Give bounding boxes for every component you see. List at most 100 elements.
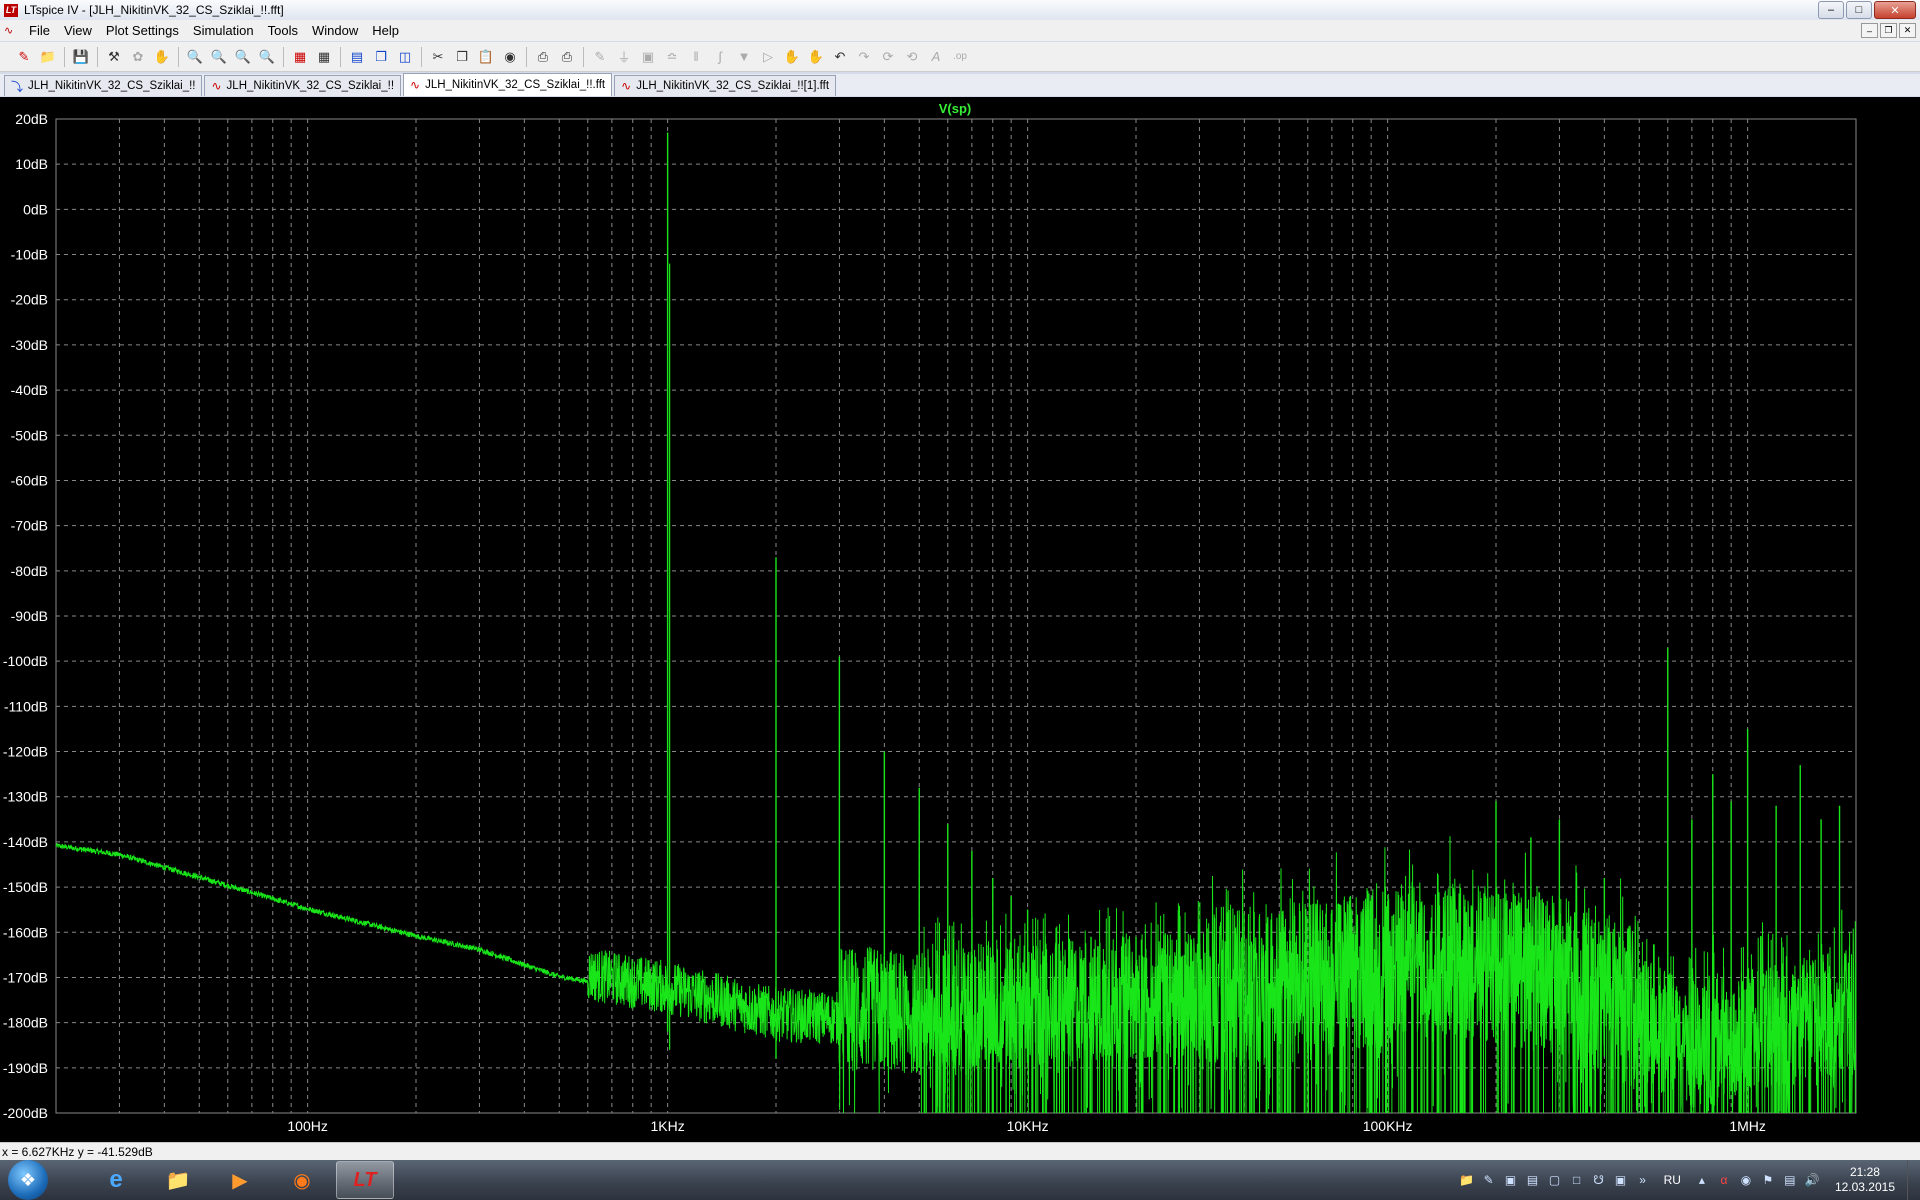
tab-fft-2[interactable]: ∿ JLH_NikitinVK_32_CS_Sziklai_!![1].fft — [614, 75, 837, 96]
minimize-button[interactable]: – — [1818, 1, 1844, 19]
undo-button[interactable]: ↶ — [830, 47, 850, 67]
find-button[interactable]: ◉ — [500, 47, 520, 67]
waveform-plot-pane[interactable]: V(sp) 20dB 10dB 0dB -10dB -20dB -30dB -40dB -50… — [0, 97, 1920, 1142]
cut-button[interactable]: ✂ — [428, 47, 448, 67]
text-button[interactable]: A — [926, 47, 946, 67]
open-button[interactable]: 📁 — [38, 47, 58, 67]
cascade-button[interactable]: ❐ — [371, 47, 391, 67]
tab-waveform[interactable]: ∿ JLH_NikitinVK_32_CS_Sziklai_!! — [204, 75, 402, 96]
zoom-in-button[interactable]: 🔍 — [185, 47, 205, 67]
menu-tools[interactable]: Tools — [261, 23, 305, 38]
menu-file[interactable]: File — [22, 23, 57, 38]
spice-directive-button[interactable]: .op — [950, 47, 970, 67]
tray-browser-icon[interactable]: ◉ — [1738, 1172, 1754, 1188]
tray-screen-icon[interactable]: □ — [1569, 1172, 1585, 1188]
inductor-button[interactable]: ∫ — [710, 47, 730, 67]
control-panel-button[interactable]: ⚒ — [104, 47, 124, 67]
printer-icon: ⎙ — [561, 48, 573, 64]
taskbar-media-player[interactable]: ▶ — [212, 1162, 268, 1198]
autorange-icon: ▦ — [293, 48, 307, 64]
action-center-flag-icon[interactable]: ⚑ — [1760, 1172, 1776, 1188]
show-hidden-icons-icon[interactable]: ▴ — [1694, 1172, 1710, 1188]
capacitor-button[interactable]: ‖ — [686, 47, 706, 67]
label-net-button[interactable]: ▣ — [638, 47, 658, 67]
taskbar-ltspice[interactable]: LT — [336, 1161, 394, 1199]
save-icon: 💾 — [72, 48, 90, 64]
close-button[interactable]: ✕ — [1874, 1, 1916, 19]
tray-shield-icon[interactable]: ☋ — [1591, 1172, 1607, 1188]
y-tick-label: -110dB — [4, 698, 48, 714]
move-button[interactable]: ✋ — [782, 47, 802, 67]
tab-fft-active[interactable]: ∿ JLH_NikitinVK_32_CS_Sziklai_!!.fft — [403, 73, 613, 96]
tray-app-icon[interactable]: ▣ — [1613, 1172, 1629, 1188]
language-indicator[interactable]: RU — [1664, 1173, 1681, 1187]
paste-button[interactable]: 📋 — [476, 47, 496, 67]
y-tick-label: -40dB — [11, 382, 48, 398]
autorange-button[interactable]: ▦ — [290, 47, 310, 67]
mdi-restore-button[interactable]: ❐ — [1880, 23, 1897, 38]
tray-folder-icon[interactable]: 📁 — [1459, 1172, 1475, 1188]
tray-display-icon[interactable]: ▢ — [1547, 1172, 1563, 1188]
diode-button[interactable]: ▼ — [734, 47, 754, 67]
show-desktop-button[interactable] — [1907, 1160, 1920, 1200]
taskbar-ie[interactable]: e — [88, 1162, 144, 1198]
hand-icon: ✋ — [153, 48, 171, 64]
print-setup-button[interactable]: ⎙ — [533, 47, 553, 67]
tray-monitor-icon[interactable]: ▣ — [1503, 1172, 1519, 1188]
waveform-icon: ∿ — [410, 78, 421, 92]
maximize-button[interactable]: □ — [1846, 1, 1872, 19]
save-button[interactable]: 💾 — [71, 47, 91, 67]
component-icon: ▷ — [763, 48, 773, 64]
ground-button[interactable]: ⏚ — [614, 47, 634, 67]
copy-button[interactable]: ❐ — [452, 47, 472, 67]
scissors-icon: ✂ — [432, 48, 444, 64]
menu-view[interactable]: View — [57, 23, 99, 38]
run-button[interactable]: ✿ — [128, 47, 148, 67]
tile-vertical-button[interactable]: ◫ — [395, 47, 415, 67]
clock[interactable]: 21:28 12.03.2015 — [1835, 1165, 1895, 1195]
tray-notes-icon[interactable]: ✎ — [1481, 1172, 1497, 1188]
taskbar-firefox[interactable]: ◉ — [274, 1162, 330, 1198]
pan-button[interactable]: 🔍 — [209, 47, 229, 67]
taskbar-explorer[interactable]: 📁 — [150, 1162, 206, 1198]
network-status-icon[interactable]: ▤ — [1782, 1172, 1798, 1188]
tray-expand-icon[interactable]: » — [1635, 1172, 1651, 1188]
resistor-button[interactable]: ≏ — [662, 47, 682, 67]
menu-window[interactable]: Window — [305, 23, 365, 38]
trace-title[interactable]: V(sp) — [939, 101, 972, 116]
halt-button[interactable]: ✋ — [152, 47, 172, 67]
y-tick-label: -140dB — [3, 834, 48, 850]
mdi-minimize-button[interactable]: – — [1861, 23, 1878, 38]
tab-schematic[interactable]: ⤵ JLH_NikitinVK_32_CS_Sziklai_!! — [4, 75, 203, 96]
y-tick-label: -50dB — [11, 427, 48, 443]
tab-label: JLH_NikitinVK_32_CS_Sziklai_!!.fft — [425, 79, 606, 91]
fft-chart[interactable]: V(sp) 20dB 10dB 0dB -10dB -20dB -30dB -40dB -50… — [0, 97, 1920, 1142]
menu-help[interactable]: Help — [365, 23, 406, 38]
ltspice-icon: LT — [353, 1168, 377, 1191]
inductor-icon: ∫ — [718, 49, 722, 64]
volume-icon[interactable]: 🔊 — [1804, 1172, 1820, 1188]
antivirus-icon[interactable]: α — [1716, 1172, 1732, 1188]
redo-button[interactable]: ↷ — [854, 47, 874, 67]
grid-button[interactable]: ▦ — [314, 47, 334, 67]
zoom-fit-button[interactable]: 🔍 — [257, 47, 277, 67]
menu-plot-settings[interactable]: Plot Settings — [99, 23, 186, 38]
zoom-out-button[interactable]: 🔍 — [233, 47, 253, 67]
tile-horizontal-button[interactable]: ▤ — [347, 47, 367, 67]
mirror-button[interactable]: ⟲ — [902, 47, 922, 67]
grid-icon: ▦ — [317, 48, 331, 64]
menu-simulation[interactable]: Simulation — [186, 23, 261, 38]
y-tick-label: -20dB — [11, 292, 48, 308]
print-button[interactable]: ⎙ — [557, 47, 577, 67]
tile-vertical-icon: ◫ — [398, 48, 412, 64]
wire-button[interactable]: ✎ — [590, 47, 610, 67]
tray-network-icon[interactable]: ▤ — [1525, 1172, 1541, 1188]
new-schematic-button[interactable]: ✎ — [14, 47, 34, 67]
menu-app-icon[interactable]: ∿ — [4, 24, 18, 38]
drag-button[interactable]: ✋ — [806, 47, 826, 67]
start-button[interactable]: ❖ — [8, 1160, 48, 1200]
maximize-icon: □ — [1855, 4, 1863, 16]
component-button[interactable]: ▷ — [758, 47, 778, 67]
mdi-close-button[interactable]: ✕ — [1899, 23, 1916, 38]
rotate-button[interactable]: ⟳ — [878, 47, 898, 67]
